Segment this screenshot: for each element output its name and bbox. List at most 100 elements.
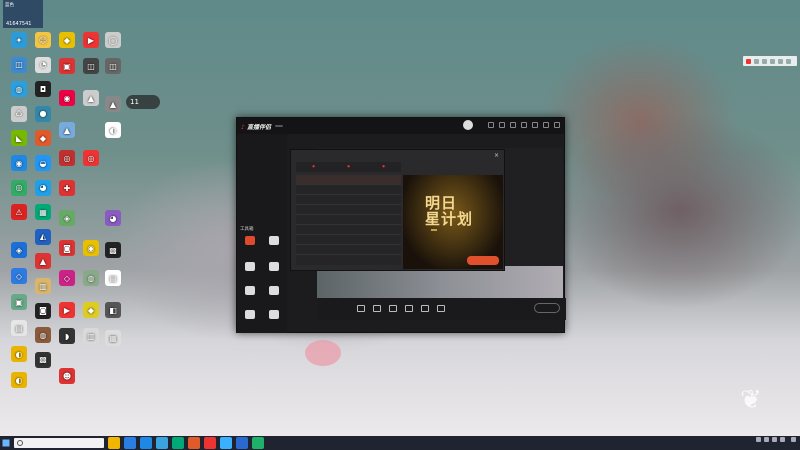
shortcut-label (2, 389, 36, 394)
scene-item[interactable] (240, 158, 285, 166)
desktop-shortcut[interactable]: ◕ (96, 210, 130, 232)
bottom-button[interactable] (357, 305, 365, 313)
bottom-button[interactable] (389, 305, 397, 313)
sogou-icon[interactable] (746, 58, 751, 64)
tool-icon (269, 286, 279, 295)
tray-icon[interactable] (756, 437, 761, 442)
skin-icon[interactable] (510, 122, 516, 128)
bottom-button[interactable] (405, 305, 413, 313)
tool-button[interactable] (263, 286, 285, 296)
desktop-shortcut[interactable]: ◐ (96, 122, 130, 144)
notification-icon[interactable] (791, 437, 796, 442)
tool-button[interactable] (263, 262, 285, 272)
desktop-shortcut[interactable]: ◯ (96, 32, 130, 54)
taskbar-app-icon[interactable] (156, 437, 168, 449)
shortcut-label (96, 287, 130, 292)
search-input[interactable] (14, 438, 104, 448)
desktop-shortcut[interactable]: ◈ (50, 210, 84, 232)
list-item[interactable] (296, 175, 401, 185)
taskbar-app-icon[interactable] (124, 437, 136, 449)
banner-button[interactable] (467, 256, 499, 265)
shortcut-label (50, 197, 84, 202)
taskbar-app-icon[interactable] (188, 437, 200, 449)
list-item[interactable] (296, 205, 401, 215)
bottom-button-icon (421, 305, 429, 312)
tool-icon (269, 310, 279, 319)
desktop-shortcut[interactable]: ◎ (74, 150, 108, 172)
promo-banner[interactable]: 明日 星计划 (403, 175, 503, 269)
shortcut-icon: ◍ (35, 327, 51, 344)
popup-tab-1[interactable]: ● (347, 164, 350, 170)
scene-item[interactable] (240, 148, 285, 156)
scene-item[interactable] (240, 168, 285, 176)
app-window[interactable]: ♪ 直播伴侣 工具箱 × ● ● ● 明日 星计划 (236, 117, 566, 333)
shortcut-icon: ☺ (35, 32, 51, 48)
taskbar-app-icon[interactable] (108, 437, 120, 449)
minimize-icon[interactable] (532, 122, 538, 128)
toolbar-icon[interactable] (770, 58, 775, 64)
shortcut-icon: ◈ (59, 210, 75, 226)
shortcut-icon: ◯ (105, 32, 121, 48)
taskbar-app-icon[interactable] (252, 437, 264, 449)
maximize-icon[interactable] (543, 122, 549, 128)
desktop-shortcut[interactable]: ▦ (96, 330, 130, 352)
taskbar-app-icon[interactable] (172, 437, 184, 449)
close-icon[interactable]: × (494, 152, 499, 159)
floating-toolbar[interactable] (743, 56, 797, 66)
toolbar-icon[interactable] (786, 58, 791, 64)
desktop-shortcut[interactable]: ◧ (96, 302, 130, 324)
desktop-shortcut[interactable]: ▩ (96, 242, 130, 264)
bottom-button[interactable] (421, 305, 429, 313)
desktop-shortcut[interactable]: ◫ (96, 58, 130, 80)
menu-icon[interactable] (521, 122, 527, 128)
clock-widget[interactable]: 11 (126, 95, 160, 109)
bottom-button[interactable] (437, 305, 445, 313)
tray-icon[interactable] (764, 437, 769, 442)
tool-button[interactable] (263, 310, 285, 320)
desktop-shortcut[interactable]: ▲ (96, 96, 130, 118)
tool-button[interactable] (239, 310, 261, 320)
taskbar-app-icon[interactable] (204, 437, 216, 449)
desktop-shortcut[interactable]: ◐ (2, 372, 36, 394)
taskbar-app-icon[interactable] (236, 437, 248, 449)
popup-tab-2[interactable]: ● (382, 164, 385, 170)
shortcut-label (26, 295, 60, 300)
activity-popup[interactable]: × ● ● ● 明日 星计划 (290, 149, 505, 271)
taskbar-app-icon[interactable] (140, 437, 152, 449)
toolbar-icon[interactable] (754, 58, 759, 64)
toolbar-icon[interactable] (762, 58, 767, 64)
wallpaper-kitten-nose (305, 340, 341, 366)
list-item[interactable] (296, 225, 401, 235)
settings-icon[interactable] (499, 122, 505, 128)
toolbar-icon[interactable] (778, 58, 783, 64)
bottom-button[interactable] (373, 305, 381, 313)
tool-button[interactable] (239, 262, 261, 272)
taskbar-app-icon[interactable] (220, 437, 232, 449)
tool-button[interactable] (239, 236, 261, 246)
title-bar[interactable]: ♪ 直播伴侣 (237, 118, 564, 134)
list-item[interactable] (296, 235, 401, 245)
tool-icon (269, 262, 279, 271)
desktop-shortcut[interactable]: ▤ (96, 270, 130, 292)
tool-button[interactable] (239, 286, 261, 296)
list-item[interactable] (296, 185, 401, 195)
desktop-shortcut[interactable]: ▲ (50, 122, 84, 144)
shop-icon[interactable] (488, 122, 494, 128)
close-icon[interactable] (554, 122, 560, 128)
volume-icon[interactable] (772, 437, 777, 442)
toolbox-title: 工具箱 (240, 227, 254, 232)
popup-tab-0[interactable]: ● (312, 164, 315, 170)
avatar[interactable] (463, 120, 473, 130)
start-live-button[interactable] (534, 303, 560, 313)
list-item[interactable] (296, 245, 401, 255)
shortcut-label (96, 139, 130, 144)
desktop-shortcut[interactable]: ☻ (50, 368, 84, 390)
system-tray (756, 437, 796, 442)
network-icon[interactable] (780, 437, 785, 442)
list-item[interactable] (296, 195, 401, 205)
start-button[interactable] (0, 436, 12, 450)
shortcut-icon: ◉ (11, 155, 27, 171)
tool-button[interactable] (263, 236, 285, 246)
desktop-shortcut[interactable]: ✚ (50, 180, 84, 202)
list-item[interactable] (296, 215, 401, 225)
